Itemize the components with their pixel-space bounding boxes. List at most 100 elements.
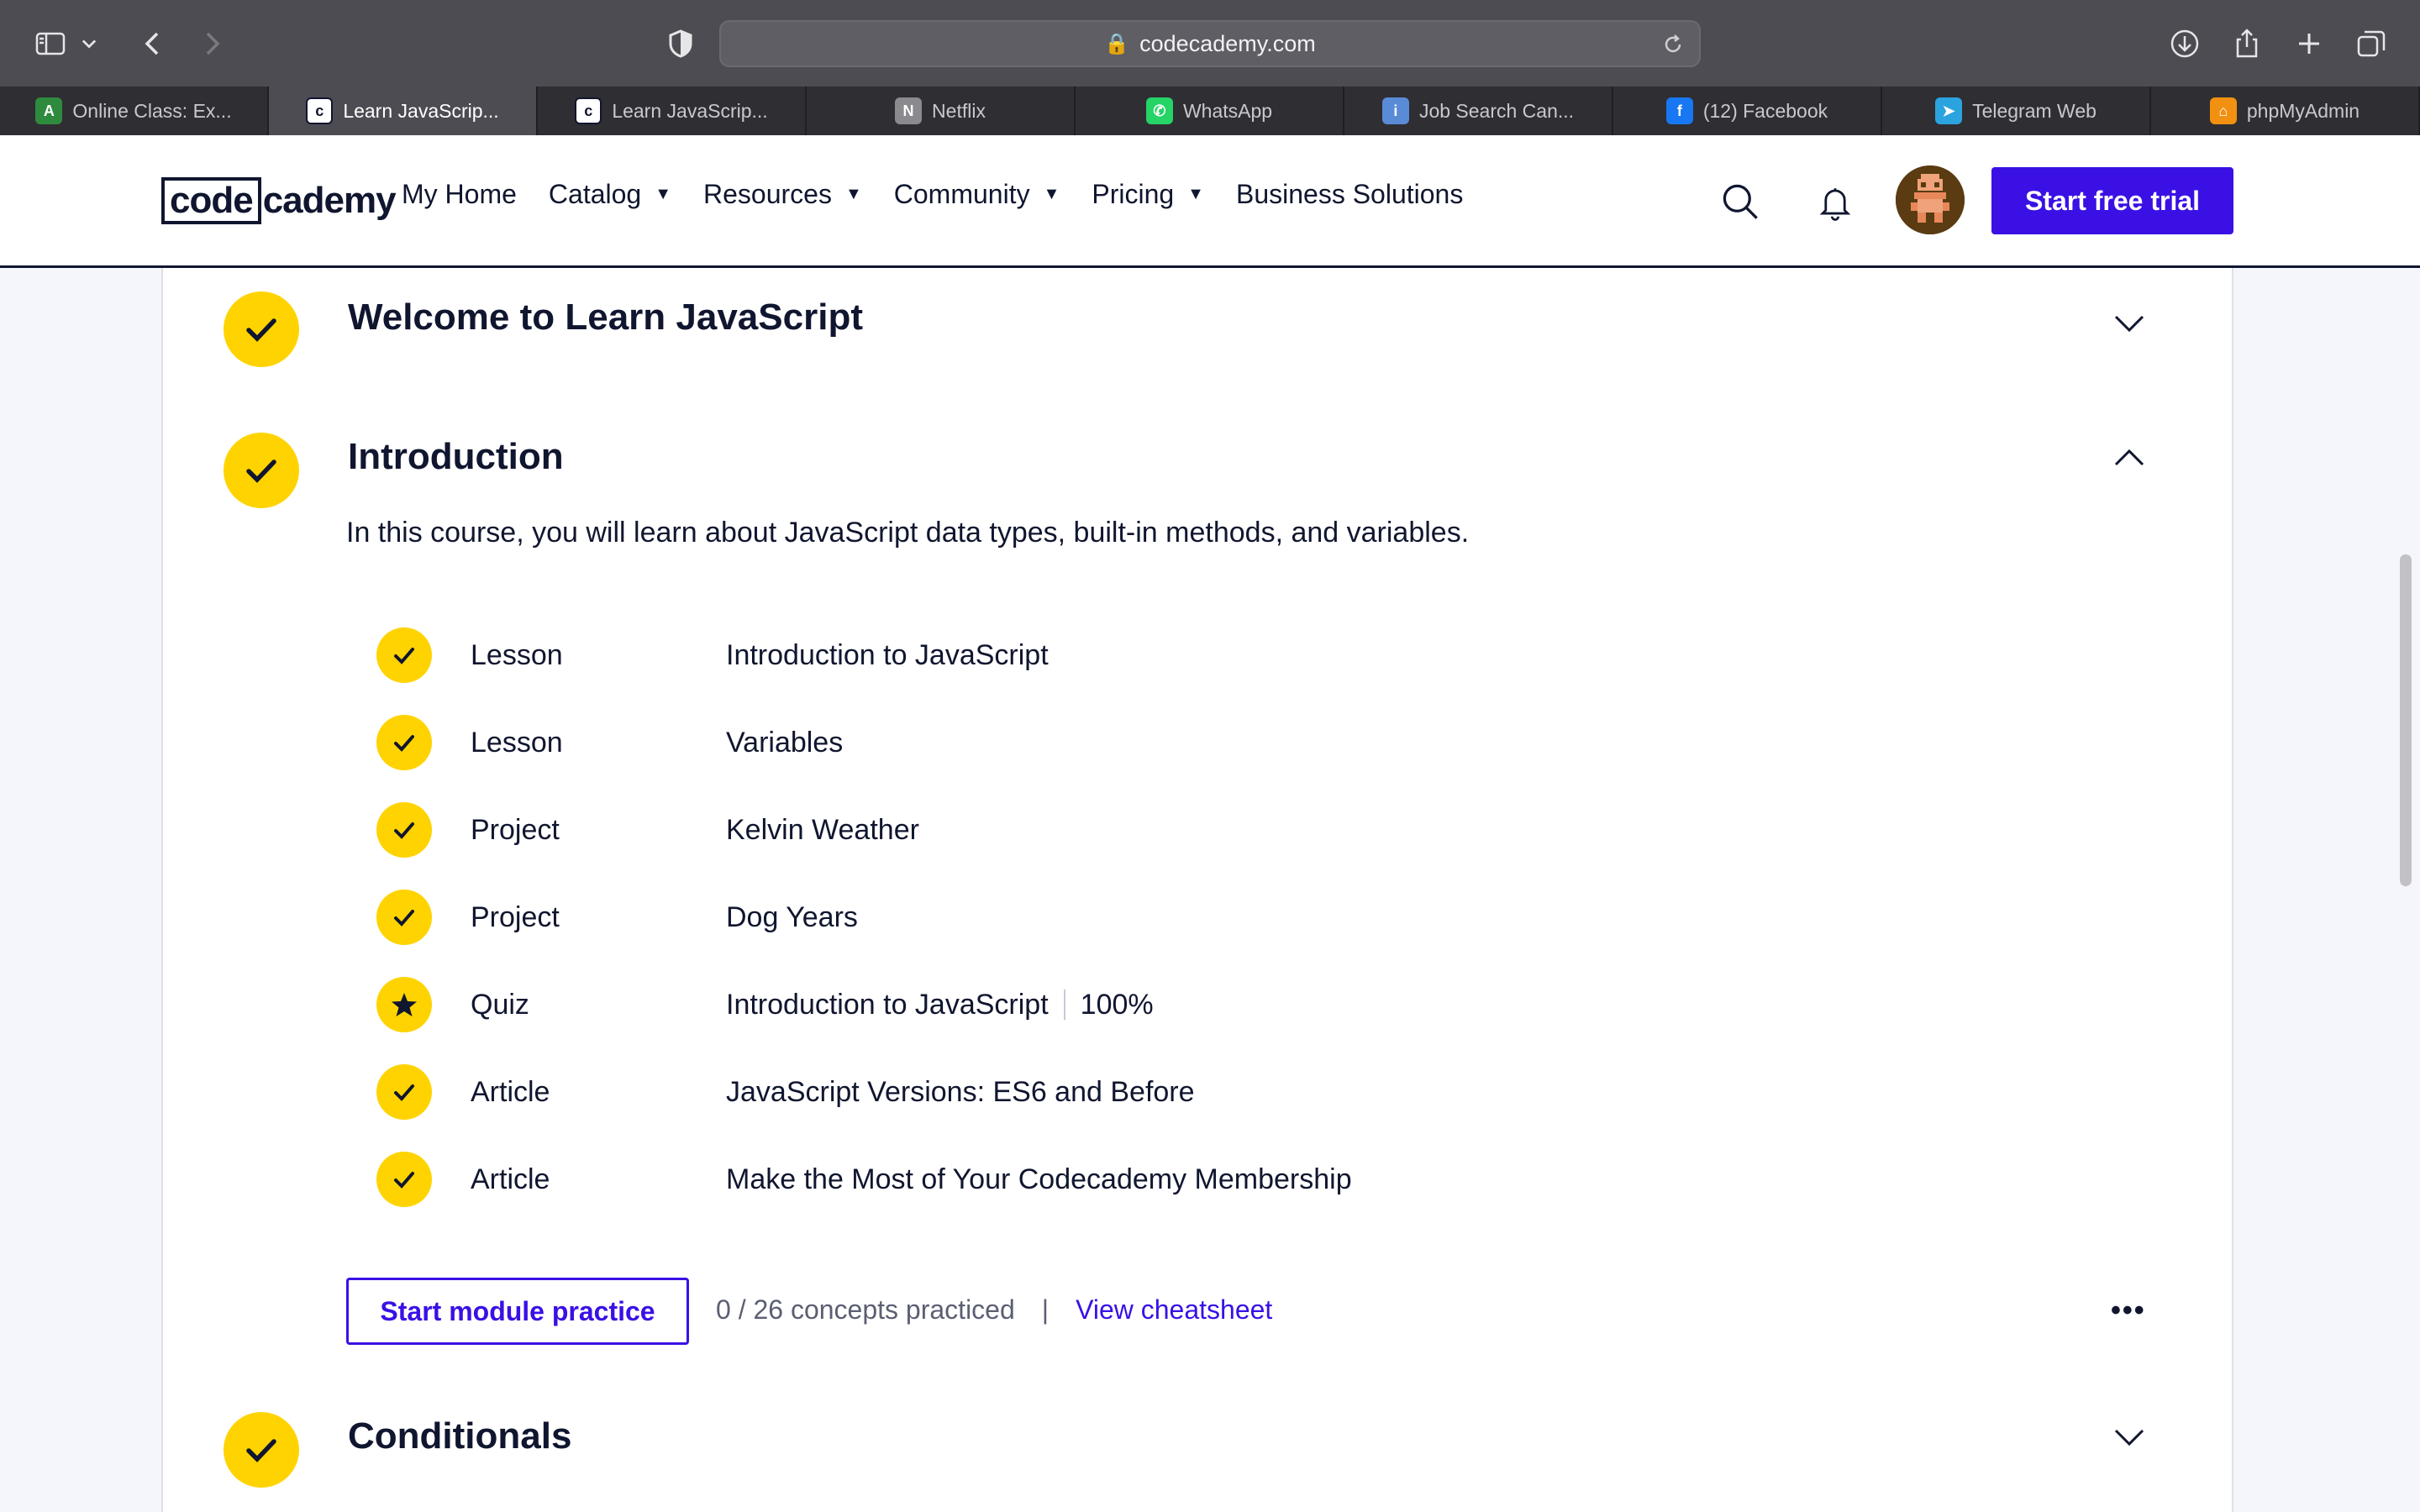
- item-type: Project: [471, 900, 560, 933]
- caret-down-icon: ▼: [655, 185, 671, 203]
- search-icon[interactable]: [1716, 177, 1766, 228]
- caret-down-icon: ▼: [1043, 185, 1060, 203]
- item-name-link[interactable]: Introduction to JavaScript: [726, 639, 1049, 672]
- item-name: Introduction to JavaScript: [726, 988, 1049, 1021]
- module-description: In this course, you will learn about Jav…: [346, 517, 1470, 549]
- tab-label: WhatsApp: [1182, 99, 1273, 122]
- tab-label: phpMyAdmin: [2246, 99, 2360, 122]
- nav-catalog[interactable]: Catalog ▼: [549, 179, 671, 210]
- star-icon: [376, 977, 432, 1032]
- nav-community[interactable]: Community ▼: [894, 179, 1060, 210]
- main-nav: My Home Catalog ▼ Resources ▼ Community ▼ Prici…: [402, 179, 1495, 210]
- module-complete-check-icon: [224, 433, 299, 508]
- logo-rest-text: cademy: [262, 180, 397, 221]
- whatsapp-icon: ✆: [1145, 97, 1173, 124]
- reload-icon[interactable]: [1660, 32, 1686, 57]
- item-name: Introduction to JavaScript: [726, 638, 1049, 671]
- caret-down-icon: ▼: [1187, 185, 1204, 203]
- item-name: JavaScript Versions: ES6 and Before: [726, 1075, 1195, 1108]
- item-name-link[interactable]: Introduction to JavaScript 100%: [726, 989, 1154, 1021]
- item-name-link[interactable]: Dog Years: [726, 901, 858, 934]
- bell-icon[interactable]: [1810, 177, 1860, 228]
- item-name: Variables: [726, 726, 844, 759]
- browser-tab[interactable]: c Learn JavaScrip...: [538, 87, 807, 135]
- module-item[interactable]: Quiz Introduction to JavaScript 100%: [376, 977, 1154, 1032]
- nav-my-home[interactable]: My Home: [402, 179, 517, 210]
- item-name-link[interactable]: Kelvin Weather: [726, 814, 919, 847]
- browser-tab[interactable]: A Online Class: Ex...: [0, 87, 269, 135]
- item-name: Kelvin Weather: [726, 813, 919, 846]
- chevron-down-icon[interactable]: [2111, 1419, 2148, 1456]
- item-type: Lesson: [471, 726, 563, 759]
- chevron-down-icon[interactable]: [74, 20, 104, 67]
- module-item[interactable]: Article Make the Most of Your Codecademy …: [376, 1152, 1352, 1207]
- check-icon: [376, 890, 432, 945]
- download-icon[interactable]: [2161, 20, 2208, 67]
- item-name-link[interactable]: Variables: [726, 727, 843, 759]
- nav-resources[interactable]: Resources ▼: [703, 179, 862, 210]
- more-options-button[interactable]: •••: [2111, 1294, 2146, 1327]
- item-name-link[interactable]: Make the Most of Your Codecademy Members…: [726, 1163, 1352, 1196]
- practice-meta: 0 / 26 concepts practiced | View cheatsh…: [716, 1294, 1272, 1326]
- tab-bar: A Online Class: Ex... c Learn JavaScrip... c…: [0, 87, 2420, 135]
- tab-label: Learn JavaScrip...: [343, 99, 499, 122]
- browser-toolbar: 🔒 codecademy.com: [0, 0, 2420, 87]
- nav-label: My Home: [402, 179, 517, 209]
- module-item[interactable]: Article JavaScript Versions: ES6 and Befo…: [376, 1064, 1195, 1120]
- score-divider: [1063, 990, 1065, 1020]
- module-item[interactable]: Project Kelvin Weather: [376, 802, 919, 858]
- new-tab-icon[interactable]: [2286, 20, 2333, 67]
- nav-pricing[interactable]: Pricing ▼: [1092, 179, 1204, 210]
- browser-tab[interactable]: f (12) Facebook: [1613, 87, 1882, 135]
- ac-icon: A: [35, 97, 63, 124]
- nav-label: Resources: [703, 179, 832, 209]
- share-icon[interactable]: [2223, 20, 2270, 67]
- privacy-shield-icon[interactable]: [657, 20, 704, 67]
- tab-overview-icon[interactable]: [2348, 20, 2395, 67]
- tab-label: Online Class: Ex...: [72, 99, 232, 122]
- check-icon: [376, 1152, 432, 1207]
- module-item[interactable]: Lesson Introduction to JavaScript: [376, 627, 1049, 683]
- telegram-icon: ➤: [1935, 97, 1963, 124]
- check-icon: [376, 715, 432, 770]
- module-title-conditionals[interactable]: Conditionals: [348, 1415, 571, 1457]
- browser-tab[interactable]: N Netflix: [807, 87, 1076, 135]
- avatar[interactable]: [1896, 165, 1965, 234]
- item-type: Article: [471, 1075, 550, 1108]
- codecademy-icon: c: [575, 97, 602, 124]
- course-syllabus: Welcome to Learn JavaScript Introduction…: [161, 268, 2233, 1512]
- scrollbar[interactable]: [2400, 554, 2412, 886]
- address-bar[interactable]: 🔒 codecademy.com: [719, 20, 1701, 67]
- browser-tab[interactable]: i Job Search Can...: [1344, 87, 1613, 135]
- sidebar-toggle-icon[interactable]: [27, 20, 74, 67]
- module-item[interactable]: Project Dog Years: [376, 890, 858, 945]
- netflix-icon: N: [895, 97, 923, 124]
- chevron-up-icon[interactable]: [2111, 439, 2148, 476]
- nav-business-solutions[interactable]: Business Solutions: [1236, 179, 1463, 210]
- item-name: Make the Most of Your Codecademy Members…: [726, 1163, 1352, 1195]
- codecademy-logo[interactable]: code cademy: [161, 176, 397, 226]
- item-type: Article: [471, 1163, 550, 1195]
- logo-boxed-text: code: [161, 177, 261, 224]
- nav-label: Pricing: [1092, 179, 1175, 209]
- start-free-trial-button[interactable]: Start free trial: [1991, 167, 2233, 234]
- chevron-down-icon[interactable]: [2111, 305, 2148, 342]
- tab-label: Netflix: [932, 99, 986, 122]
- browser-tab[interactable]: ➤ Telegram Web: [1882, 87, 2151, 135]
- info-icon: i: [1381, 97, 1409, 124]
- nav-label: Catalog: [548, 179, 642, 209]
- tab-label: Telegram Web: [1972, 99, 2096, 122]
- browser-tab[interactable]: c Learn JavaScrip...: [269, 87, 538, 135]
- browser-tab[interactable]: ✆ WhatsApp: [1076, 87, 1344, 135]
- item-name: Dog Years: [726, 900, 858, 933]
- module-item[interactable]: Lesson Variables: [376, 715, 843, 770]
- back-icon[interactable]: [129, 20, 176, 67]
- item-name-link[interactable]: JavaScript Versions: ES6 and Before: [726, 1076, 1195, 1109]
- browser-tab[interactable]: ⌂ phpMyAdmin: [2151, 87, 2420, 135]
- module-title-welcome[interactable]: Welcome to Learn JavaScript: [348, 297, 863, 339]
- tab-label: Learn JavaScrip...: [612, 99, 768, 122]
- forward-icon[interactable]: [188, 20, 235, 67]
- view-cheatsheet-link[interactable]: View cheatsheet: [1076, 1294, 1272, 1326]
- module-title-introduction[interactable]: Introduction: [348, 436, 564, 478]
- start-module-practice-button[interactable]: Start module practice: [346, 1278, 689, 1345]
